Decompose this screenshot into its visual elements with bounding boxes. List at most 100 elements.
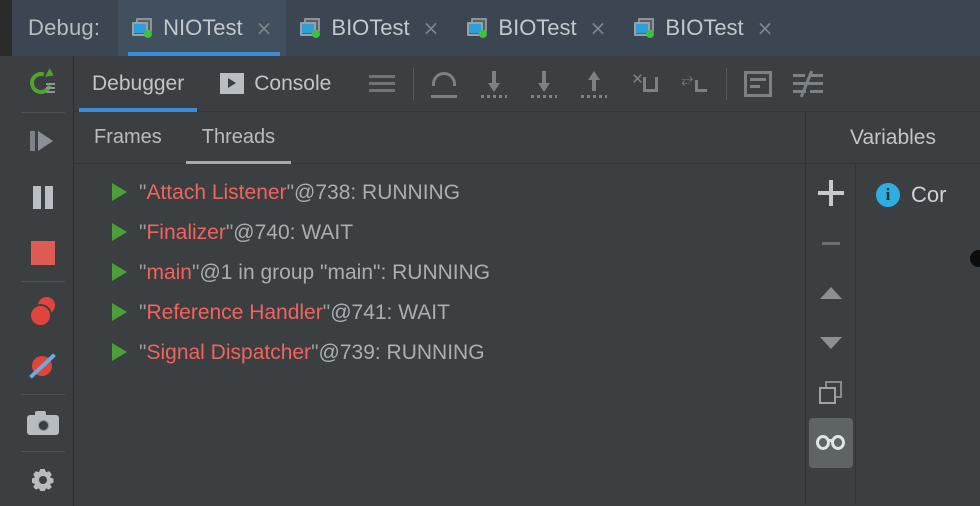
table-row[interactable]: "Finalizer"@740: WAIT [74, 212, 805, 252]
thread-label: "Signal Dispatcher"@739: RUNNING [139, 342, 485, 363]
run-configuration-icon [634, 18, 656, 38]
resize-handle-dot[interactable] [970, 250, 980, 267]
run-configuration-icon [300, 18, 322, 38]
tab-debugger-label: Debugger [92, 71, 185, 95]
variables-tree[interactable]: i Cor [856, 164, 980, 505]
step-over-icon [429, 70, 461, 98]
session-tab-close-icon[interactable]: × [590, 18, 607, 38]
thread-expand-icon[interactable] [112, 263, 127, 281]
session-tab-close-icon[interactable]: × [757, 18, 774, 38]
threads-list[interactable]: "Attach Listener"@738: RUNNING "Finalize… [74, 164, 806, 505]
thread-label: "Finalizer"@740: WAIT [139, 222, 353, 243]
move-watch-down-button[interactable] [809, 318, 853, 368]
run-to-cursor-button[interactable]: ⥂ [670, 56, 720, 112]
thread-name: Attach Listener [146, 180, 287, 204]
layout-settings-icon [369, 74, 396, 93]
copy-value-button[interactable] [809, 368, 853, 418]
thread-name: Finalizer [146, 220, 226, 244]
session-tab-3[interactable]: BIOTest × [620, 0, 787, 56]
tab-frames[interactable]: Frames [74, 112, 182, 164]
stop-button[interactable] [12, 225, 74, 281]
variables-pane: i Cor [806, 164, 980, 505]
console-icon [220, 73, 245, 94]
panel-headers-row: Frames Threads Variables [74, 112, 980, 164]
thread-expand-icon[interactable] [112, 303, 127, 321]
resume-icon [29, 128, 57, 154]
table-row[interactable]: "main"@1 in group "main": RUNNING [74, 252, 805, 292]
settings-filter-icon [793, 69, 824, 98]
debugger-panes: "Attach Listener"@738: RUNNING "Finalize… [74, 164, 980, 505]
view-breakpoints-button[interactable] [12, 282, 74, 338]
tab-threads[interactable]: Threads [182, 112, 295, 164]
quote-close: " [311, 340, 319, 364]
drop-frame-button[interactable]: ✕ [620, 56, 670, 112]
remove-watch-button[interactable] [809, 218, 853, 268]
get-thread-dump-button[interactable] [12, 395, 74, 451]
debug-session-tabbar: Debug: NIOTest × BIOTest × BIOTest × BIO… [0, 0, 980, 56]
session-tab-title: BIOTest [665, 15, 744, 40]
thread-label: "Attach Listener"@738: RUNNING [139, 182, 460, 203]
tab-frames-label: Frames [94, 126, 162, 148]
debug-content: Debugger Console ✕ ⥂ Frames Threads Vari… [74, 56, 980, 506]
toggle-watch-button[interactable] [808, 418, 853, 468]
force-step-into-button[interactable] [520, 56, 570, 112]
settings-button[interactable] [12, 452, 74, 506]
step-into-icon [479, 70, 511, 98]
step-out-button[interactable] [570, 56, 620, 112]
table-row[interactable]: "Attach Listener"@738: RUNNING [74, 172, 805, 212]
mute-breakpoints-button[interactable] [12, 338, 74, 394]
move-watch-up-button[interactable] [809, 268, 853, 318]
copy-icon [818, 381, 843, 405]
thread-expand-icon[interactable] [112, 183, 127, 201]
table-row[interactable]: "Reference Handler"@741: WAIT [74, 292, 805, 332]
gear-icon [28, 467, 58, 493]
debug-tool-window: Debug: NIOTest × BIOTest × BIOTest × BIO… [0, 0, 980, 506]
add-watch-button[interactable] [809, 168, 853, 218]
step-out-icon [579, 70, 611, 98]
thread-status: @1 in group "main": RUNNING [199, 260, 491, 284]
pause-program-button[interactable] [12, 169, 74, 225]
debug-label: Debug: [28, 15, 101, 40]
debugger-toolstrip: Debugger Console ✕ ⥂ [74, 56, 980, 112]
stop-icon [30, 241, 55, 265]
thread-expand-icon[interactable] [112, 343, 127, 361]
session-tab-2[interactable]: BIOTest × [453, 0, 620, 56]
settings-filter-button[interactable] [783, 56, 833, 112]
session-tab-0[interactable]: NIOTest × [118, 0, 287, 56]
thread-status: @738: RUNNING [294, 180, 461, 204]
list-item[interactable]: i Cor [856, 178, 980, 212]
breakpoints-icon [27, 296, 59, 327]
thread-name: Reference Handler [146, 300, 323, 324]
tab-debugger[interactable]: Debugger [74, 56, 202, 112]
thread-expand-icon[interactable] [112, 223, 127, 241]
evaluate-expression-button[interactable] [733, 56, 783, 112]
session-tab-title: NIOTest [163, 15, 243, 40]
session-tab-1[interactable]: BIOTest × [286, 0, 453, 56]
session-tab-close-icon[interactable]: × [256, 18, 273, 38]
step-over-button[interactable] [420, 56, 470, 112]
thread-label: "main"@1 in group "main": RUNNING [139, 262, 490, 283]
quote-close: " [286, 180, 295, 204]
glasses-icon [815, 435, 846, 451]
arrow-up-icon [819, 287, 842, 299]
session-tab-title: BIOTest [498, 15, 577, 40]
thread-label: "Reference Handler"@741: WAIT [139, 302, 450, 323]
table-row[interactable]: "Signal Dispatcher"@739: RUNNING [74, 332, 805, 372]
rerun-button[interactable] [12, 56, 74, 112]
toolbar-separator [726, 67, 728, 100]
resume-program-button[interactable] [12, 113, 74, 169]
thread-name: Signal Dispatcher [146, 340, 312, 364]
debugger-toolbar: ✕ ⥂ [357, 56, 833, 112]
frames-threads-tabs: Frames Threads [74, 112, 806, 164]
session-tab-close-icon[interactable]: × [423, 18, 440, 38]
debug-actions-sidebar [12, 56, 74, 506]
layout-settings-button[interactable] [357, 56, 407, 112]
step-into-button[interactable] [470, 56, 520, 112]
variables-toolbar [806, 164, 856, 505]
mute-breakpoints-icon [28, 352, 58, 380]
plus-icon [817, 180, 844, 206]
thread-status: @740: WAIT [233, 220, 354, 244]
evaluate-expression-icon [744, 70, 773, 97]
tab-console[interactable]: Console [202, 56, 349, 112]
session-tab-title: BIOTest [331, 15, 410, 40]
